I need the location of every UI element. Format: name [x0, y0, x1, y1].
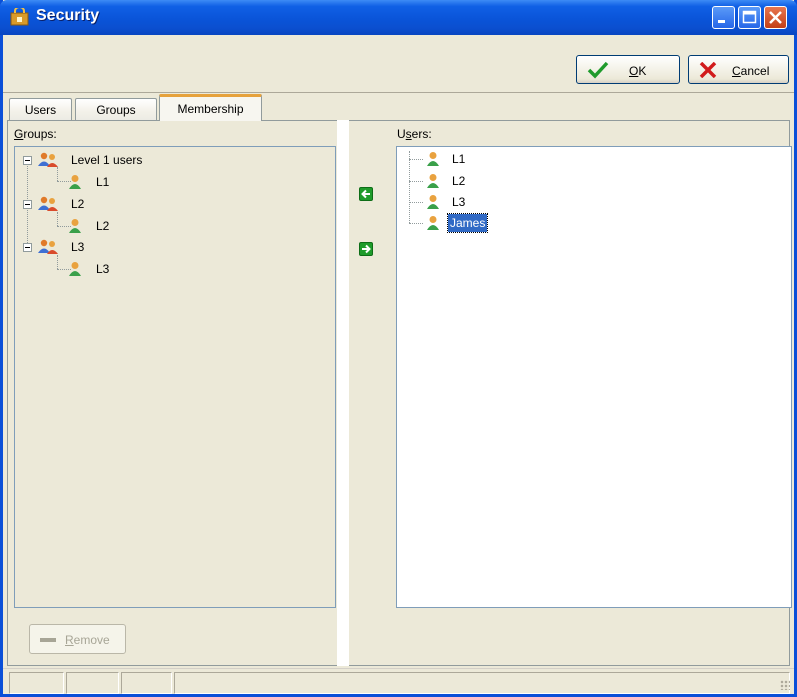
tree-node-user-l1[interactable]: L1 — [67, 173, 167, 191]
status-panel — [9, 672, 64, 694]
status-panel — [121, 672, 172, 694]
tree-node-label: L1 — [96, 175, 110, 189]
status-bar — [3, 668, 794, 694]
tree-line — [57, 212, 58, 226]
user-item-l2[interactable]: L2 — [425, 172, 525, 190]
user-icon — [69, 175, 81, 189]
status-panel — [66, 672, 119, 694]
tree-node-label: L2 — [96, 219, 110, 233]
tree-line — [57, 167, 58, 181]
add-to-group-button[interactable] — [359, 187, 373, 201]
minus-icon — [40, 638, 56, 642]
user-item-label: L2 — [452, 174, 466, 188]
user-icon — [427, 152, 439, 166]
tree-line — [409, 223, 423, 224]
tab-groups-label: Groups — [96, 103, 136, 117]
ok-button[interactable]: OK — [576, 55, 680, 84]
tree-node-label: L3 — [96, 262, 110, 276]
title-bar[interactable]: Security — [0, 0, 797, 35]
tab-users[interactable]: Users — [9, 98, 72, 120]
tree-node-label: Level 1 users — [71, 153, 143, 167]
groups-pane-label: Groups: — [14, 127, 57, 141]
user-item-label: L1 — [452, 152, 466, 166]
tree-node-label: L3 — [71, 240, 85, 254]
minimize-button[interactable] — [712, 6, 735, 29]
tab-membership[interactable]: Membership — [159, 94, 262, 121]
status-panel — [174, 672, 790, 694]
user-item-label-selected: James — [446, 213, 489, 233]
user-icon — [427, 174, 439, 188]
tree-line — [409, 151, 410, 223]
user-icon — [69, 219, 81, 233]
ok-label: OK — [629, 64, 647, 78]
cancel-x-icon — [699, 62, 717, 78]
tree-line — [409, 181, 423, 182]
user-item-label: L3 — [452, 195, 466, 209]
resize-grip-icon[interactable] — [780, 680, 790, 690]
remove-from-group-button[interactable] — [359, 242, 373, 256]
maximize-button[interactable] — [738, 6, 761, 29]
group-icon — [38, 152, 58, 167]
users-pane-label: Users: — [397, 127, 432, 141]
cancel-label: Cancel — [732, 64, 770, 78]
tab-groups[interactable]: Groups — [75, 98, 157, 120]
collapse-toggle-l2[interactable] — [23, 200, 32, 209]
toolbar-separator — [3, 92, 794, 93]
collapse-toggle-level1[interactable] — [23, 156, 32, 165]
cancel-button[interactable]: Cancel — [688, 55, 789, 84]
user-item-l3[interactable]: L3 — [425, 193, 525, 211]
group-icon — [38, 196, 58, 211]
arrow-right-icon — [362, 244, 371, 254]
minimize-icon — [718, 20, 725, 23]
close-window-button[interactable] — [764, 6, 787, 29]
user-icon — [427, 195, 439, 209]
user-icon — [427, 216, 439, 230]
pane-splitter[interactable] — [337, 120, 349, 666]
user-icon — [69, 262, 81, 276]
close-icon — [769, 11, 782, 24]
tree-node-user-l3[interactable]: L3 — [67, 260, 167, 278]
maximize-icon — [742, 10, 757, 24]
security-app-icon — [10, 8, 29, 26]
window-title: Security — [36, 7, 100, 24]
tree-line — [409, 202, 423, 203]
tree-node-group-level1[interactable]: Level 1 users — [37, 151, 237, 169]
collapse-toggle-l3[interactable] — [23, 243, 32, 252]
user-item-l1[interactable]: L1 — [425, 150, 525, 168]
tree-node-label: L2 — [71, 197, 85, 211]
checkmark-icon — [587, 61, 609, 79]
groups-tree[interactable]: Level 1 users L1 L2 L2 L3 L3 — [14, 146, 336, 608]
users-tree[interactable]: L1 L2 L3 James — [396, 146, 792, 608]
tab-membership-label: Membership — [177, 102, 244, 116]
tree-node-group-l3[interactable]: L3 — [37, 238, 137, 256]
tree-line — [57, 255, 58, 269]
tree-node-user-l2[interactable]: L2 — [67, 217, 167, 235]
group-icon — [38, 239, 58, 254]
user-item-james[interactable]: James — [425, 213, 525, 233]
tab-users-label: Users — [24, 103, 57, 117]
tree-line — [409, 159, 423, 160]
tree-node-group-l2[interactable]: L2 — [37, 195, 137, 213]
remove-label: Remove — [65, 633, 110, 647]
arrow-left-icon — [361, 189, 370, 199]
remove-button[interactable]: Remove — [29, 624, 126, 654]
